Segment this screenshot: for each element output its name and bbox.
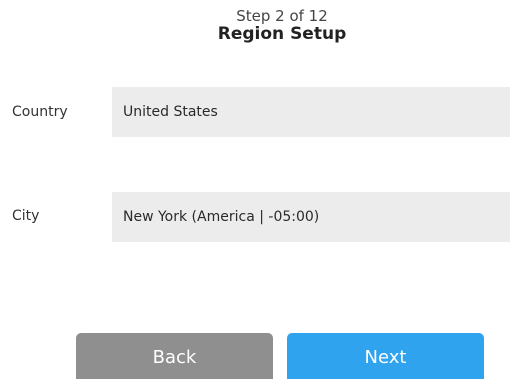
back-button[interactable]: Back xyxy=(76,333,273,379)
city-value: New York (America | -05:00) xyxy=(123,209,320,225)
city-select[interactable]: New York (America | -05:00) xyxy=(112,192,510,242)
country-label: Country xyxy=(12,104,68,120)
wizard-header: Step 2 of 12 Region Setup xyxy=(0,8,510,44)
next-button-label: Next xyxy=(364,346,407,368)
next-button[interactable]: Next xyxy=(287,333,484,379)
step-indicator: Step 2 of 12 xyxy=(236,7,328,25)
country-select[interactable]: United States xyxy=(112,87,510,137)
city-label: City xyxy=(12,208,40,224)
country-value: United States xyxy=(123,104,218,120)
back-button-label: Back xyxy=(152,346,197,368)
page-title: Region Setup xyxy=(217,24,347,44)
